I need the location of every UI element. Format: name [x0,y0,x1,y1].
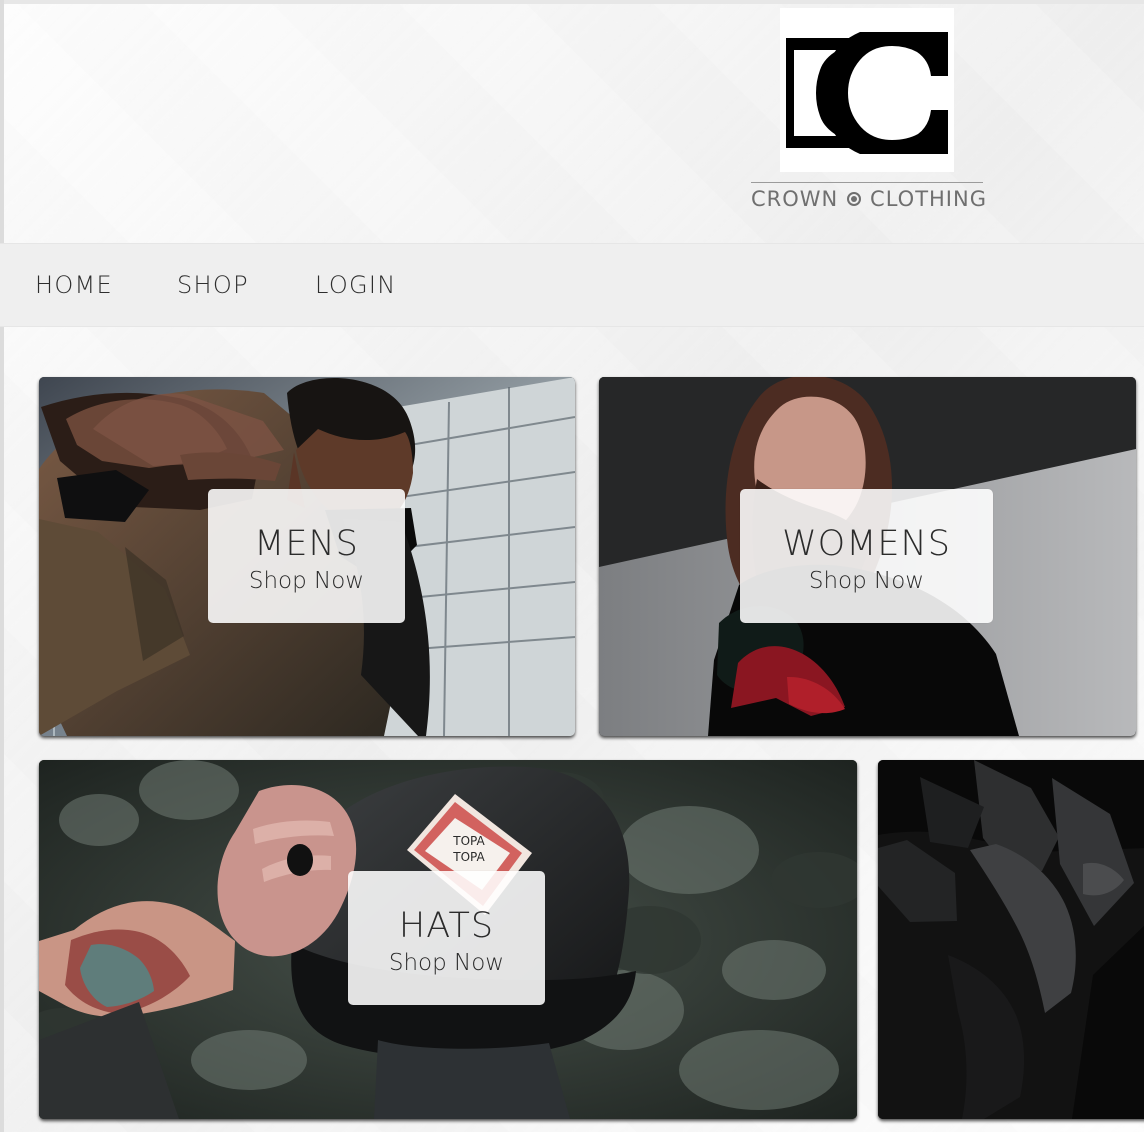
category-card-womens[interactable]: WOMENS Shop Now [599,377,1136,736]
shop-now-link-mens[interactable]: Shop Now [208,570,405,593]
category-title-womens: WOMENS [782,524,951,564]
category-card-partial[interactable] [878,760,1144,1119]
brand-wordmark[interactable]: CROWN CLOTHING [751,187,987,211]
svg-text:TOPA: TOPA [452,850,485,864]
logo-divider [751,182,983,183]
main-navigation: HOME SHOP LOGIN [0,243,1144,327]
brand-name-right: CLOTHING [870,187,987,211]
shop-now-link-womens[interactable]: Shop Now [740,570,993,593]
partial-category-photo [878,760,1144,1119]
womens-overlay[interactable]: WOMENS Shop Now [740,489,993,623]
category-title-hats: HATS [398,906,495,946]
nav-login[interactable]: LOGIN [315,271,397,299]
nav-shop[interactable]: SHOP [177,271,249,299]
cc-monogram-icon[interactable] [786,18,952,168]
svg-text:TOPA: TOPA [452,834,485,848]
mens-overlay[interactable]: MENS Shop Now [208,489,405,623]
hats-overlay[interactable]: HATS Shop Now [348,871,545,1005]
shop-now-link-hats[interactable]: Shop Now [348,952,545,975]
brand-name-left: CROWN [751,187,839,211]
circle-dot-icon [847,192,862,206]
category-card-mens[interactable]: MENS Shop Now [39,377,575,736]
nav-home[interactable]: HOME [35,271,113,299]
site-header: CROWN CLOTHING [0,0,1144,243]
category-title-mens: MENS [254,524,359,564]
category-card-hats[interactable]: TOPA TOPA HATS Shop Now [39,760,857,1119]
